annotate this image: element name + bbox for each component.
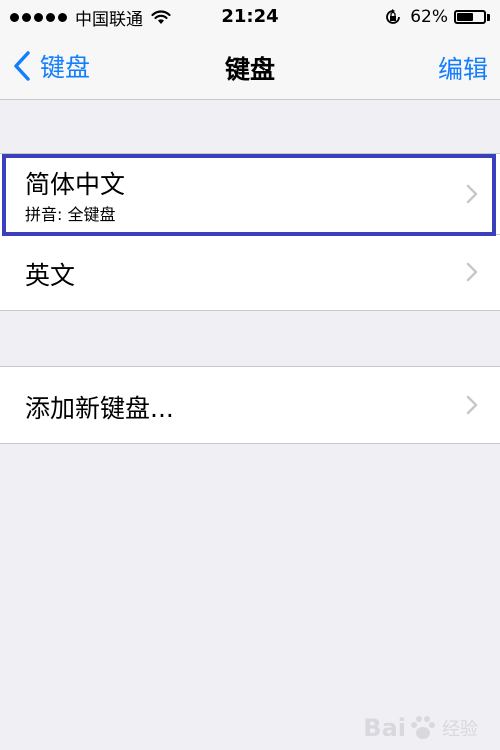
add-keyboard-group: 添加新键盘... [0,366,500,444]
battery-nub [487,13,490,21]
battery-icon [454,10,486,24]
battery-fill [457,13,473,21]
chevron-right-icon [466,395,478,415]
watermark: Bai 经验 [363,714,478,742]
status-bar: 中国联通 21:24 62% [0,0,500,34]
watermark-brand: Bai [363,714,406,742]
page-title: 键盘 [224,55,275,84]
keyboards-list: 简体中文 拼音: 全键盘 英文 [0,153,500,311]
edit-button[interactable]: 编辑 [438,50,488,86]
keyboard-title: 英文 [25,261,76,290]
add-keyboard-label: 添加新键盘... [25,394,174,423]
watermark-suffix: 经验 [442,719,478,740]
rotation-lock-icon [386,9,401,24]
add-keyboard-row[interactable]: 添加新键盘... [0,367,500,443]
battery-percent: 62% [410,7,448,27]
chevron-right-icon [466,262,478,282]
chevron-right-icon [466,184,478,204]
keyboard-subtitle: 拼音: 全键盘 [25,205,116,224]
paw-icon [411,716,435,739]
status-right: 62% [384,6,490,28]
navigation-bar: 键盘 键盘 编辑 [0,34,500,100]
keyboard-title: 简体中文 [25,170,126,199]
keyboard-row-english[interactable]: 英文 [0,234,500,310]
keyboard-row-chinese[interactable]: 简体中文 拼音: 全键盘 [0,154,500,234]
